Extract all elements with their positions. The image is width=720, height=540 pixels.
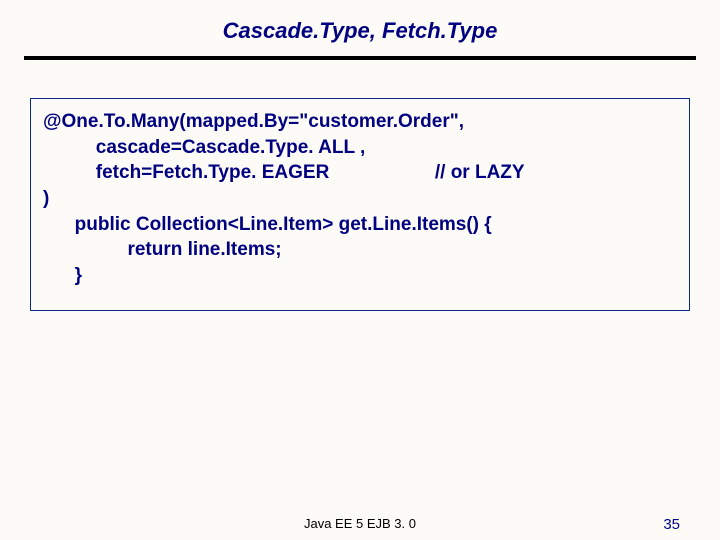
title-underline [24,56,696,60]
code-block: @One.To.Many(mapped.By="customer.Order",… [43,109,677,288]
slide-title: Cascade.Type, Fetch.Type [28,18,692,44]
code-line-6: return line.Items; [43,237,677,263]
code-line-5: public Collection<Line.Item> get.Line.It… [43,212,677,238]
code-line-3: fetch=Fetch.Type. EAGER // or LAZY [43,160,677,186]
slide: Cascade.Type, Fetch.Type @One.To.Many(ma… [0,0,720,540]
code-line-1: @One.To.Many(mapped.By="customer.Order", [43,109,677,135]
footer-center: Java EE 5 EJB 3. 0 [0,516,720,531]
page-number: 35 [663,516,680,533]
code-line-4: ) [43,186,677,212]
code-line-7: } [43,263,677,289]
code-line-2: cascade=Cascade.Type. ALL , [43,135,677,161]
code-box: @One.To.Many(mapped.By="customer.Order",… [30,98,690,311]
